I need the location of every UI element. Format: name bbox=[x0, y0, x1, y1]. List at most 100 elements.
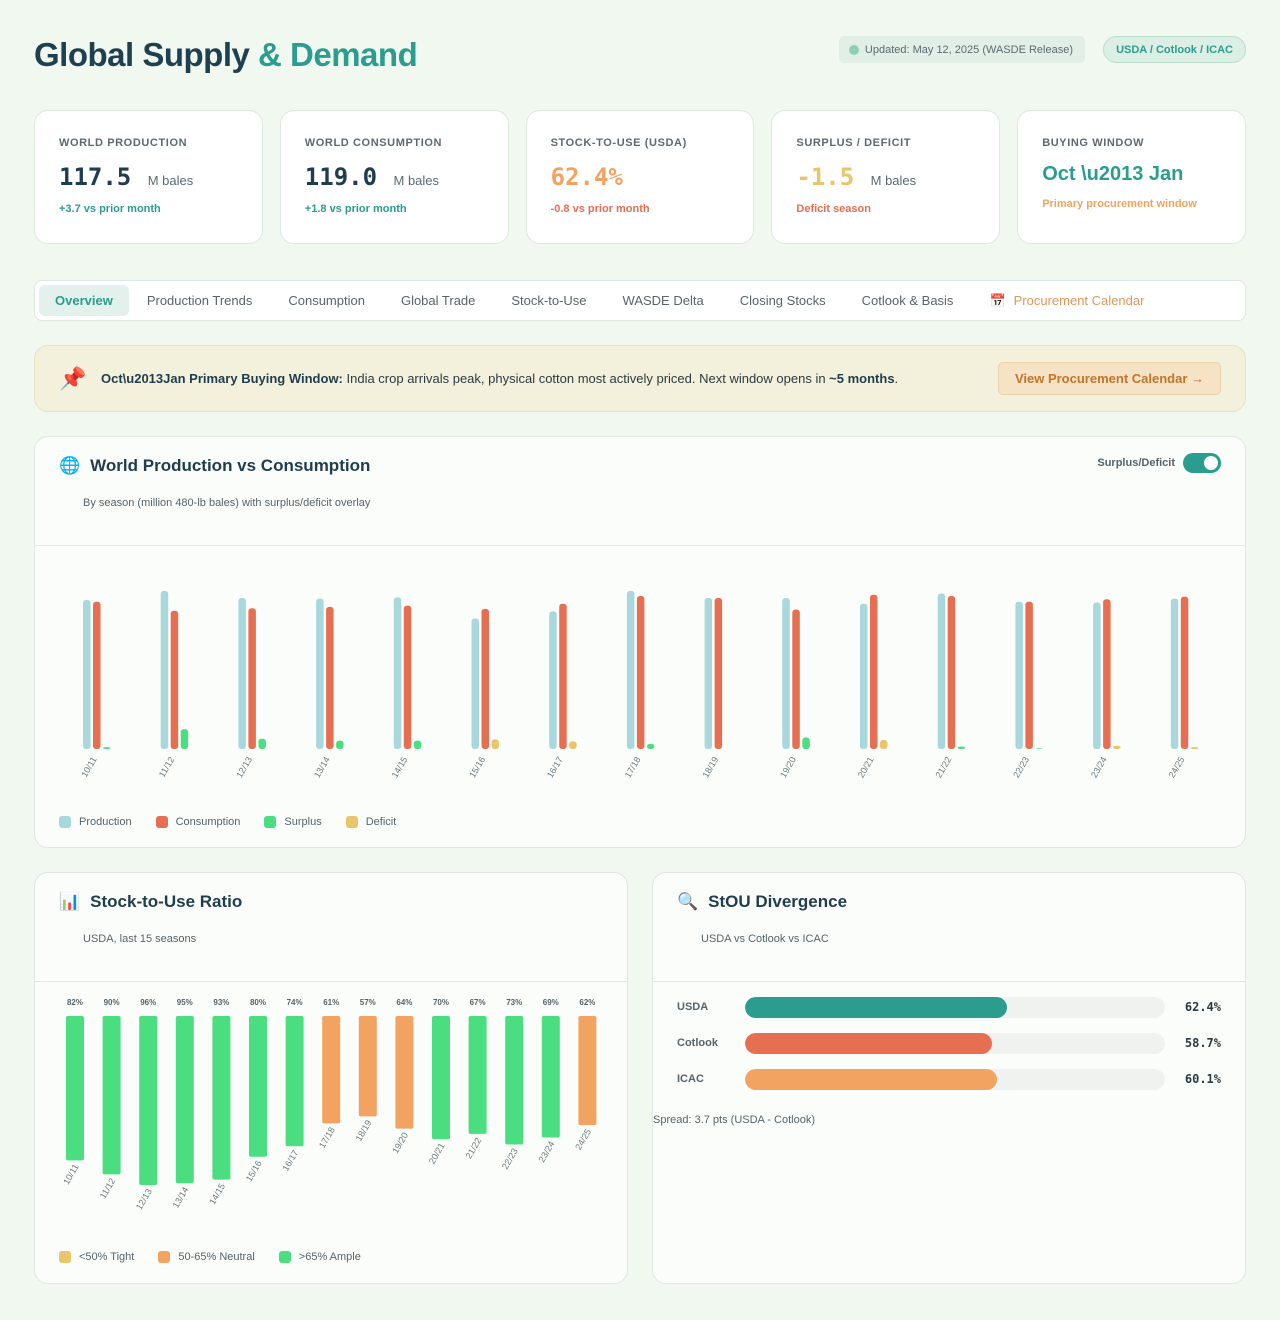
x-tick-label: 23/24 bbox=[537, 1139, 557, 1164]
bar-consumption bbox=[1180, 596, 1189, 749]
stu-bar bbox=[212, 1016, 231, 1180]
panel-divider bbox=[35, 981, 627, 982]
tab-overview[interactable]: Overview bbox=[39, 285, 129, 316]
globe-icon: 🌐 bbox=[59, 456, 81, 475]
bar-surplus bbox=[1035, 748, 1043, 749]
bar-chart-icon: 📊 bbox=[59, 892, 81, 911]
legend-label: <50% Tight bbox=[79, 1251, 135, 1263]
surplus-deficit-toggle[interactable] bbox=[1183, 453, 1221, 473]
kpi-number: -1.5 bbox=[796, 163, 855, 191]
tab-procurement-calendar[interactable]: 📅 Procurement Calendar bbox=[971, 285, 1162, 316]
bar-consumption bbox=[559, 603, 567, 749]
x-tick-label: 21/22 bbox=[934, 755, 954, 780]
x-tick-label: 10/11 bbox=[61, 1162, 81, 1186]
bar-production bbox=[393, 597, 402, 749]
divergence-value: 62.4% bbox=[1184, 1000, 1221, 1014]
x-tick-label: 12/13 bbox=[234, 755, 254, 780]
x-tick-label: 23/24 bbox=[1089, 755, 1109, 780]
bar-value-label: 95% bbox=[177, 998, 193, 1007]
buying-window-value: Oct \u2013 Jan bbox=[1042, 163, 1184, 185]
x-tick-label: 17/18 bbox=[623, 755, 643, 780]
x-tick-label: 20/21 bbox=[427, 1141, 447, 1166]
toggle-label: Surplus/Deficit bbox=[1097, 457, 1175, 469]
panel-divider bbox=[35, 545, 1245, 546]
x-tick-label: 14/15 bbox=[207, 1182, 227, 1207]
bar-production bbox=[860, 603, 868, 749]
stock-to-use-panel: 📊 Stock-to-Use Ratio USDA, last 15 season… bbox=[34, 872, 628, 1284]
legend-item: Surplus bbox=[264, 816, 322, 828]
divergence-label: Cotlook bbox=[677, 1037, 718, 1049]
divergence-label: USDA bbox=[677, 1001, 709, 1013]
tab-wasde-delta[interactable]: WASDE Delta bbox=[605, 285, 722, 316]
divergence-row-usda: USDA 62.4% bbox=[677, 997, 1221, 1019]
bar-value-label: 57% bbox=[360, 998, 376, 1007]
tab-closing-stocks[interactable]: Closing Stocks bbox=[722, 285, 844, 316]
banner-end: . bbox=[894, 371, 899, 386]
x-tick-label: 24/25 bbox=[1167, 755, 1187, 780]
stu-bar bbox=[578, 1016, 597, 1126]
panel-title: 🌐 World Production vs Consumption bbox=[59, 456, 370, 476]
tab-production-trends[interactable]: Production Trends bbox=[129, 285, 271, 316]
x-tick-label: 22/23 bbox=[1011, 755, 1031, 780]
legend-label: Surplus bbox=[284, 816, 322, 828]
stu-bar bbox=[175, 1016, 194, 1184]
panel-title: 📊 Stock-to-Use Ratio bbox=[59, 892, 242, 912]
bar-value-label: 74% bbox=[287, 998, 303, 1007]
page-header: Global Supply & Demand Updated: May 12, … bbox=[34, 36, 1246, 76]
tab-consumption[interactable]: Consumption bbox=[270, 285, 383, 316]
view-procurement-calendar-button[interactable]: View Procurement Calendar → bbox=[997, 362, 1221, 395]
bar-value-label: 64% bbox=[396, 998, 412, 1007]
tab-stock-to-use[interactable]: Stock-to-Use bbox=[493, 285, 604, 316]
x-tick-label: 16/17 bbox=[280, 1148, 300, 1173]
legend-item: Deficit bbox=[345, 816, 396, 828]
kpi-number: 117.5 bbox=[59, 163, 132, 191]
kpi-unit: M bales bbox=[870, 173, 917, 188]
stu-bar bbox=[432, 1016, 450, 1140]
panel-title: 🔍 StOU Divergence bbox=[677, 892, 847, 912]
kpi-value: 62.4% bbox=[551, 163, 730, 191]
bar-surplus bbox=[646, 743, 655, 749]
tab-cotlook-basis[interactable]: Cotlook & Basis bbox=[844, 285, 972, 316]
pushpin-icon: 📌 bbox=[59, 365, 87, 391]
sources-badge[interactable]: USDA / Cotlook / ICAC bbox=[1103, 36, 1246, 63]
bar-consumption bbox=[870, 594, 878, 749]
bar-surplus bbox=[802, 737, 810, 749]
bar-consumption bbox=[170, 610, 179, 749]
divergence-track bbox=[745, 997, 1165, 1018]
stu-bar bbox=[468, 1016, 487, 1134]
x-tick-label: 21/22 bbox=[463, 1136, 483, 1161]
surplus-deficit-toggle-wrap: Surplus/Deficit bbox=[1097, 453, 1221, 473]
status-dot-icon bbox=[848, 44, 859, 55]
legend-label: Consumption bbox=[175, 816, 241, 828]
bar-value-label: 61% bbox=[323, 998, 339, 1007]
toggle-knob bbox=[1204, 456, 1218, 470]
bar-surplus bbox=[103, 747, 111, 749]
bar-value-label: 90% bbox=[104, 998, 120, 1007]
panel-divider bbox=[653, 981, 1245, 982]
x-tick-label: 19/20 bbox=[778, 755, 798, 780]
bar-value-label: 69% bbox=[543, 998, 559, 1007]
legend-label: >65% Ample bbox=[298, 1251, 361, 1263]
divergence-label: ICAC bbox=[677, 1073, 704, 1085]
bar-production bbox=[160, 590, 169, 749]
banner-highlight: ~5 months bbox=[829, 371, 895, 386]
kpi-label: WORLD CONSUMPTION bbox=[304, 137, 443, 149]
kpi-label: BUYING WINDOW bbox=[1042, 137, 1145, 149]
bar-deficit bbox=[1113, 745, 1121, 749]
bar-production bbox=[549, 611, 557, 749]
spread-note: Spread: 3.7 pts (USDA - Cotlook) bbox=[653, 1114, 816, 1126]
bar-deficit bbox=[1190, 747, 1199, 749]
bar-consumption bbox=[714, 597, 723, 749]
x-tick-label: 19/20 bbox=[390, 1131, 410, 1156]
divergence-row-cotlook: Cotlook 58.7% bbox=[677, 1033, 1221, 1055]
bar-consumption bbox=[636, 596, 645, 749]
calendar-icon: 📅 bbox=[989, 292, 1006, 308]
legend-swatch bbox=[155, 816, 168, 828]
stu-bar bbox=[541, 1016, 560, 1138]
panel-subtitle: USDA vs Cotlook vs ICAC bbox=[701, 933, 829, 945]
divergence-value: 58.7% bbox=[1184, 1036, 1221, 1050]
magnifier-icon: 🔍 bbox=[677, 892, 699, 911]
tab-global-trade[interactable]: Global Trade bbox=[383, 285, 493, 316]
legend-swatch bbox=[264, 816, 277, 828]
bar-deficit bbox=[491, 739, 499, 749]
